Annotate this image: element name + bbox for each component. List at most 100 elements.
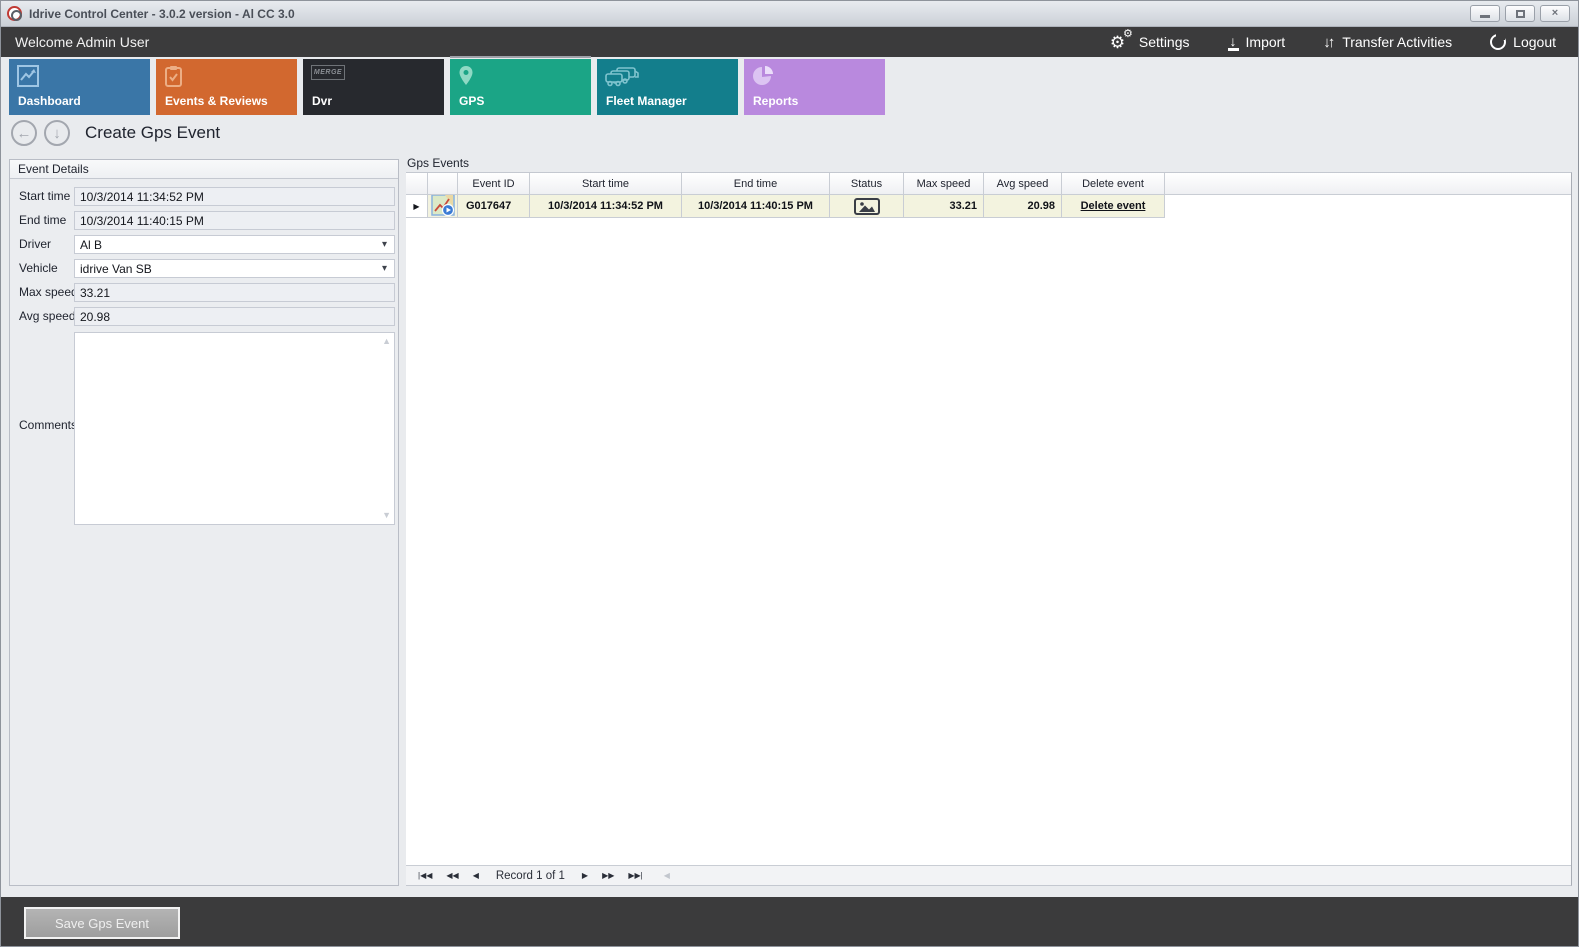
minimize-button[interactable] <box>1470 5 1500 22</box>
clipboard-check-icon <box>164 65 184 92</box>
table-row[interactable]: ▶ G017647 10/3/2014 11:34:52 PM 10/3/201… <box>406 195 1571 218</box>
tile-events-reviews[interactable]: Events & Reviews <box>156 59 297 115</box>
header-avg-speed[interactable]: Avg speed <box>984 173 1062 195</box>
row-filler <box>1165 195 1571 218</box>
transfer-label: Transfer Activities <box>1342 34 1452 50</box>
cell-max-speed: 33.21 <box>904 195 984 218</box>
prev-page-button[interactable]: ◀◀ <box>439 871 465 880</box>
hscroll-left-icon[interactable]: ◀ <box>650 871 670 880</box>
maximize-icon <box>1516 10 1525 18</box>
comments-input[interactable] <box>75 333 394 524</box>
gear-icon: ⚙ ⚙ <box>1110 32 1132 52</box>
vehicle-select[interactable]: idrive Van SB ▾ <box>74 259 395 278</box>
settings-button[interactable]: ⚙ ⚙ Settings <box>1110 32 1190 52</box>
prev-record-button[interactable]: ◀ <box>466 871 486 880</box>
end-time-input[interactable] <box>74 211 395 230</box>
tile-dvr[interactable]: MERGE Dvr <box>303 59 444 115</box>
transfer-activities-button[interactable]: ↓↑ Transfer Activities <box>1323 34 1452 51</box>
driver-value: Al B <box>80 238 382 252</box>
next-record-button[interactable]: ▶ <box>575 871 595 880</box>
import-label: Import <box>1246 34 1286 50</box>
tile-gps-label: GPS <box>459 94 484 108</box>
end-time-row: End time <box>10 211 398 230</box>
last-record-button[interactable]: ▶▶| <box>621 871 649 880</box>
comments-field-wrap: ▲ ▼ <box>74 332 395 525</box>
header-event-id[interactable]: Event ID <box>458 173 530 195</box>
tile-dashboard-label: Dashboard <box>18 94 81 108</box>
driver-row: Driver Al B ▾ <box>10 235 398 254</box>
scroll-down-button[interactable]: ↓ <box>44 120 70 146</box>
scroll-up-icon[interactable]: ▲ <box>382 337 391 346</box>
driver-label: Driver <box>19 237 51 251</box>
driver-select[interactable]: Al B ▾ <box>74 235 395 254</box>
end-time-label: End time <box>19 213 66 227</box>
titlebar: Idrive Control Center - 3.0.2 version - … <box>1 1 1578 27</box>
delete-event-link-cell: Delete event <box>1062 195 1165 218</box>
breadcrumb: ← ↓ Create Gps Event <box>11 120 220 146</box>
vehicle-value: idrive Van SB <box>80 262 382 276</box>
scroll-down-icon[interactable]: ▼ <box>382 511 391 520</box>
event-details-header: Event Details <box>10 160 398 179</box>
row-indicator-icon: ▶ <box>413 202 419 211</box>
chevron-down-icon: ▾ <box>382 239 389 250</box>
transfer-icon: ↓↑ <box>1323 34 1335 51</box>
tile-reports[interactable]: Reports <box>744 59 885 115</box>
minimize-icon <box>1480 15 1490 18</box>
app-logo-icon <box>7 6 22 21</box>
avg-speed-label: Avg speed <box>19 309 76 323</box>
header-end-time[interactable]: End time <box>682 173 830 195</box>
comments-label: Comments <box>19 418 77 432</box>
event-details-panel: Event Details Start time End time Driver… <box>9 159 399 886</box>
tile-reports-label: Reports <box>753 94 798 108</box>
tile-events-label: Events & Reviews <box>165 94 268 108</box>
vehicle-label: Vehicle <box>19 261 58 275</box>
app-window: Idrive Control Center - 3.0.2 version - … <box>0 0 1579 947</box>
header-status[interactable]: Status <box>830 173 904 195</box>
start-time-input[interactable] <box>74 187 395 206</box>
import-button[interactable]: ↓ Import <box>1228 34 1286 51</box>
start-time-row: Start time <box>10 187 398 206</box>
module-tiles: Dashboard Events & Reviews MERGE Dvr GPS… <box>9 59 885 115</box>
header-delete-event[interactable]: Delete event <box>1062 173 1165 195</box>
header-icon-cell <box>428 173 458 195</box>
page-title: Create Gps Event <box>85 123 220 143</box>
logout-button[interactable]: Logout <box>1490 34 1556 50</box>
dvr-merge-icon: MERGE <box>311 65 345 80</box>
location-pin-icon <box>458 65 474 92</box>
next-page-button[interactable]: ▶▶ <box>595 871 621 880</box>
arrow-left-icon: ← <box>17 126 32 141</box>
close-icon: × <box>1552 8 1558 19</box>
save-gps-event-button[interactable]: Save Gps Event <box>24 907 180 939</box>
tile-gps-active[interactable]: GPS <box>450 59 591 115</box>
tile-dashboard[interactable]: Dashboard <box>9 59 150 115</box>
maximize-button[interactable] <box>1505 5 1535 22</box>
vehicle-row: Vehicle idrive Van SB ▾ <box>10 259 398 278</box>
avg-speed-input[interactable] <box>74 307 395 326</box>
row-map-cell <box>428 195 458 218</box>
cell-event-id: G017647 <box>458 195 530 218</box>
first-record-button[interactable]: |◀◀ <box>411 871 439 880</box>
logout-label: Logout <box>1513 34 1556 50</box>
settings-label: Settings <box>1139 34 1190 50</box>
header-filler <box>1165 173 1571 195</box>
tile-fleet-manager[interactable]: Fleet Manager <box>597 59 738 115</box>
grid-header-row: Event ID Start time End time Status Max … <box>406 173 1571 195</box>
start-time-label: Start time <box>19 189 70 203</box>
arrow-down-icon: ↓ <box>53 126 61 141</box>
header-start-time[interactable]: Start time <box>530 173 682 195</box>
cell-avg-speed: 20.98 <box>984 195 1062 218</box>
top-bar: Welcome Admin User ⚙ ⚙ Settings ↓ Import… <box>1 27 1578 57</box>
max-speed-input[interactable] <box>74 283 395 302</box>
header-max-speed[interactable]: Max speed <box>904 173 984 195</box>
delete-event-link[interactable]: Delete event <box>1081 200 1146 212</box>
cell-end-time: 10/3/2014 11:40:15 PM <box>682 195 830 218</box>
cell-status <box>830 195 904 218</box>
window-title: Idrive Control Center - 3.0.2 version - … <box>29 7 295 21</box>
record-navigator: |◀◀ ◀◀ ◀ Record 1 of 1 ▶ ▶▶ ▶▶| ◀ <box>406 865 1571 885</box>
close-button[interactable]: × <box>1540 5 1570 22</box>
gps-track-map-icon[interactable] <box>431 195 455 218</box>
back-button[interactable]: ← <box>11 120 37 146</box>
line-chart-icon <box>17 65 39 92</box>
status-image-icon[interactable] <box>854 198 880 215</box>
pie-chart-icon <box>752 65 774 92</box>
